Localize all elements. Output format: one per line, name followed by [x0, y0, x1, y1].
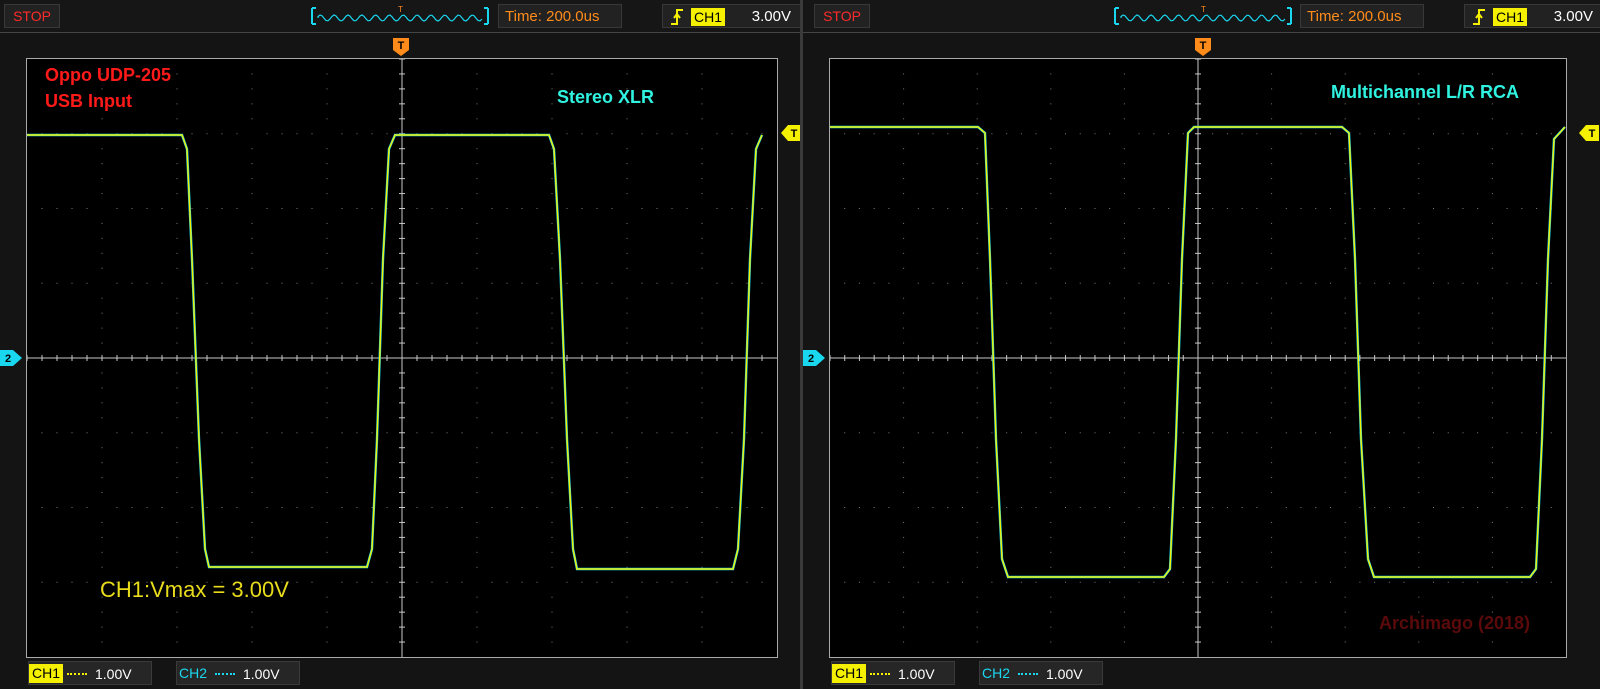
ch1-label: CH1 [29, 664, 64, 683]
svg-text:T: T [1201, 5, 1206, 14]
ch1-scale: 1.00V [898, 666, 935, 682]
oscilloscope-right: STOP T Time: 200.0us CH1 3.00V T T 2 Mul… [803, 0, 1600, 689]
waveform-display[interactable] [829, 58, 1567, 658]
ch2-coupling-icon [1018, 673, 1038, 675]
svg-text:2: 2 [5, 353, 11, 365]
trigger-level-marker[interactable]: T [1579, 125, 1599, 141]
ch1-label: CH1 [832, 664, 867, 683]
svg-text:T: T [1589, 128, 1596, 140]
ch2-scale: 1.00V [243, 666, 280, 682]
ch2-scale: 1.00V [1046, 666, 1083, 682]
timebase-readout[interactable]: Time: 200.0us [498, 4, 622, 28]
ch2-scale-box[interactable]: CH2 1.00V [176, 661, 300, 685]
trigger-channel: CH1 [691, 8, 726, 26]
ch1-scale-box[interactable]: CH1 1.00V [28, 661, 152, 685]
channel-bar: CH1 1.00V CH2 1.00V [0, 658, 800, 689]
top-toolbar: STOP T Time: 200.0us CH1 3.00V [803, 0, 1600, 33]
ch2-label: CH2 [179, 665, 208, 681]
watermark: Archimago (2018) [1379, 613, 1531, 633]
rising-edge-icon [1473, 9, 1485, 25]
waveform-display[interactable] [26, 58, 778, 658]
ch2-scale-box[interactable]: CH2 1.00V [979, 661, 1103, 685]
channel-bar: CH1 1.00V CH2 1.00V [803, 658, 1600, 689]
trigger-readout[interactable]: CH1 3.00V [662, 4, 800, 28]
device-title: Oppo UDP-205 [45, 65, 172, 85]
svg-text:T: T [398, 40, 405, 52]
top-toolbar: STOP T Time: 200.0us CH1 3.00V [0, 0, 800, 33]
ch1-scale: 1.00V [95, 666, 132, 682]
ch2-label: CH2 [982, 665, 1011, 681]
trigger-level-marker[interactable]: T [781, 125, 800, 141]
ch1-waveform-trace [830, 125, 1566, 579]
svg-text:T: T [1200, 40, 1207, 52]
svg-text:T: T [398, 5, 403, 14]
svg-text:T: T [791, 128, 798, 140]
memory-depth-indicator[interactable]: T [1113, 4, 1293, 28]
rising-edge-icon [671, 9, 683, 25]
trigger-level: 3.00V [1553, 8, 1593, 25]
output-label: Multichannel L/R RCA [1331, 82, 1519, 102]
ch2-offset-marker[interactable]: 2 [803, 350, 825, 366]
oscilloscope-left: STOP T Time: 200.0us CH1 3.00V T T 2 Opp… [0, 0, 800, 689]
trigger-readout[interactable]: CH1 3.00V [1464, 4, 1600, 28]
trigger-position-marker[interactable]: T [1195, 38, 1211, 56]
ch1-coupling-icon [870, 673, 890, 675]
run-stop-button[interactable]: STOP [814, 4, 870, 28]
vmax-measurement: CH1:Vmax = 3.00V [100, 577, 289, 602]
ch2-offset-marker[interactable]: 2 [0, 350, 22, 366]
svg-text:2: 2 [808, 353, 814, 365]
ch1-coupling-icon [67, 673, 87, 675]
input-title: USB Input [45, 91, 132, 111]
output-label: Stereo XLR [557, 87, 655, 107]
run-stop-button[interactable]: STOP [4, 4, 60, 28]
timebase-readout[interactable]: Time: 200.0us [1300, 4, 1424, 28]
trigger-position-marker[interactable]: T [393, 38, 409, 56]
ch2-coupling-icon [215, 673, 235, 675]
trigger-channel: CH1 [1493, 8, 1528, 26]
ch1-scale-box[interactable]: CH1 1.00V [831, 661, 955, 685]
trigger-level: 3.00V [751, 8, 791, 25]
memory-depth-indicator[interactable]: T [310, 4, 490, 28]
ch1-waveform-trace [27, 133, 764, 571]
